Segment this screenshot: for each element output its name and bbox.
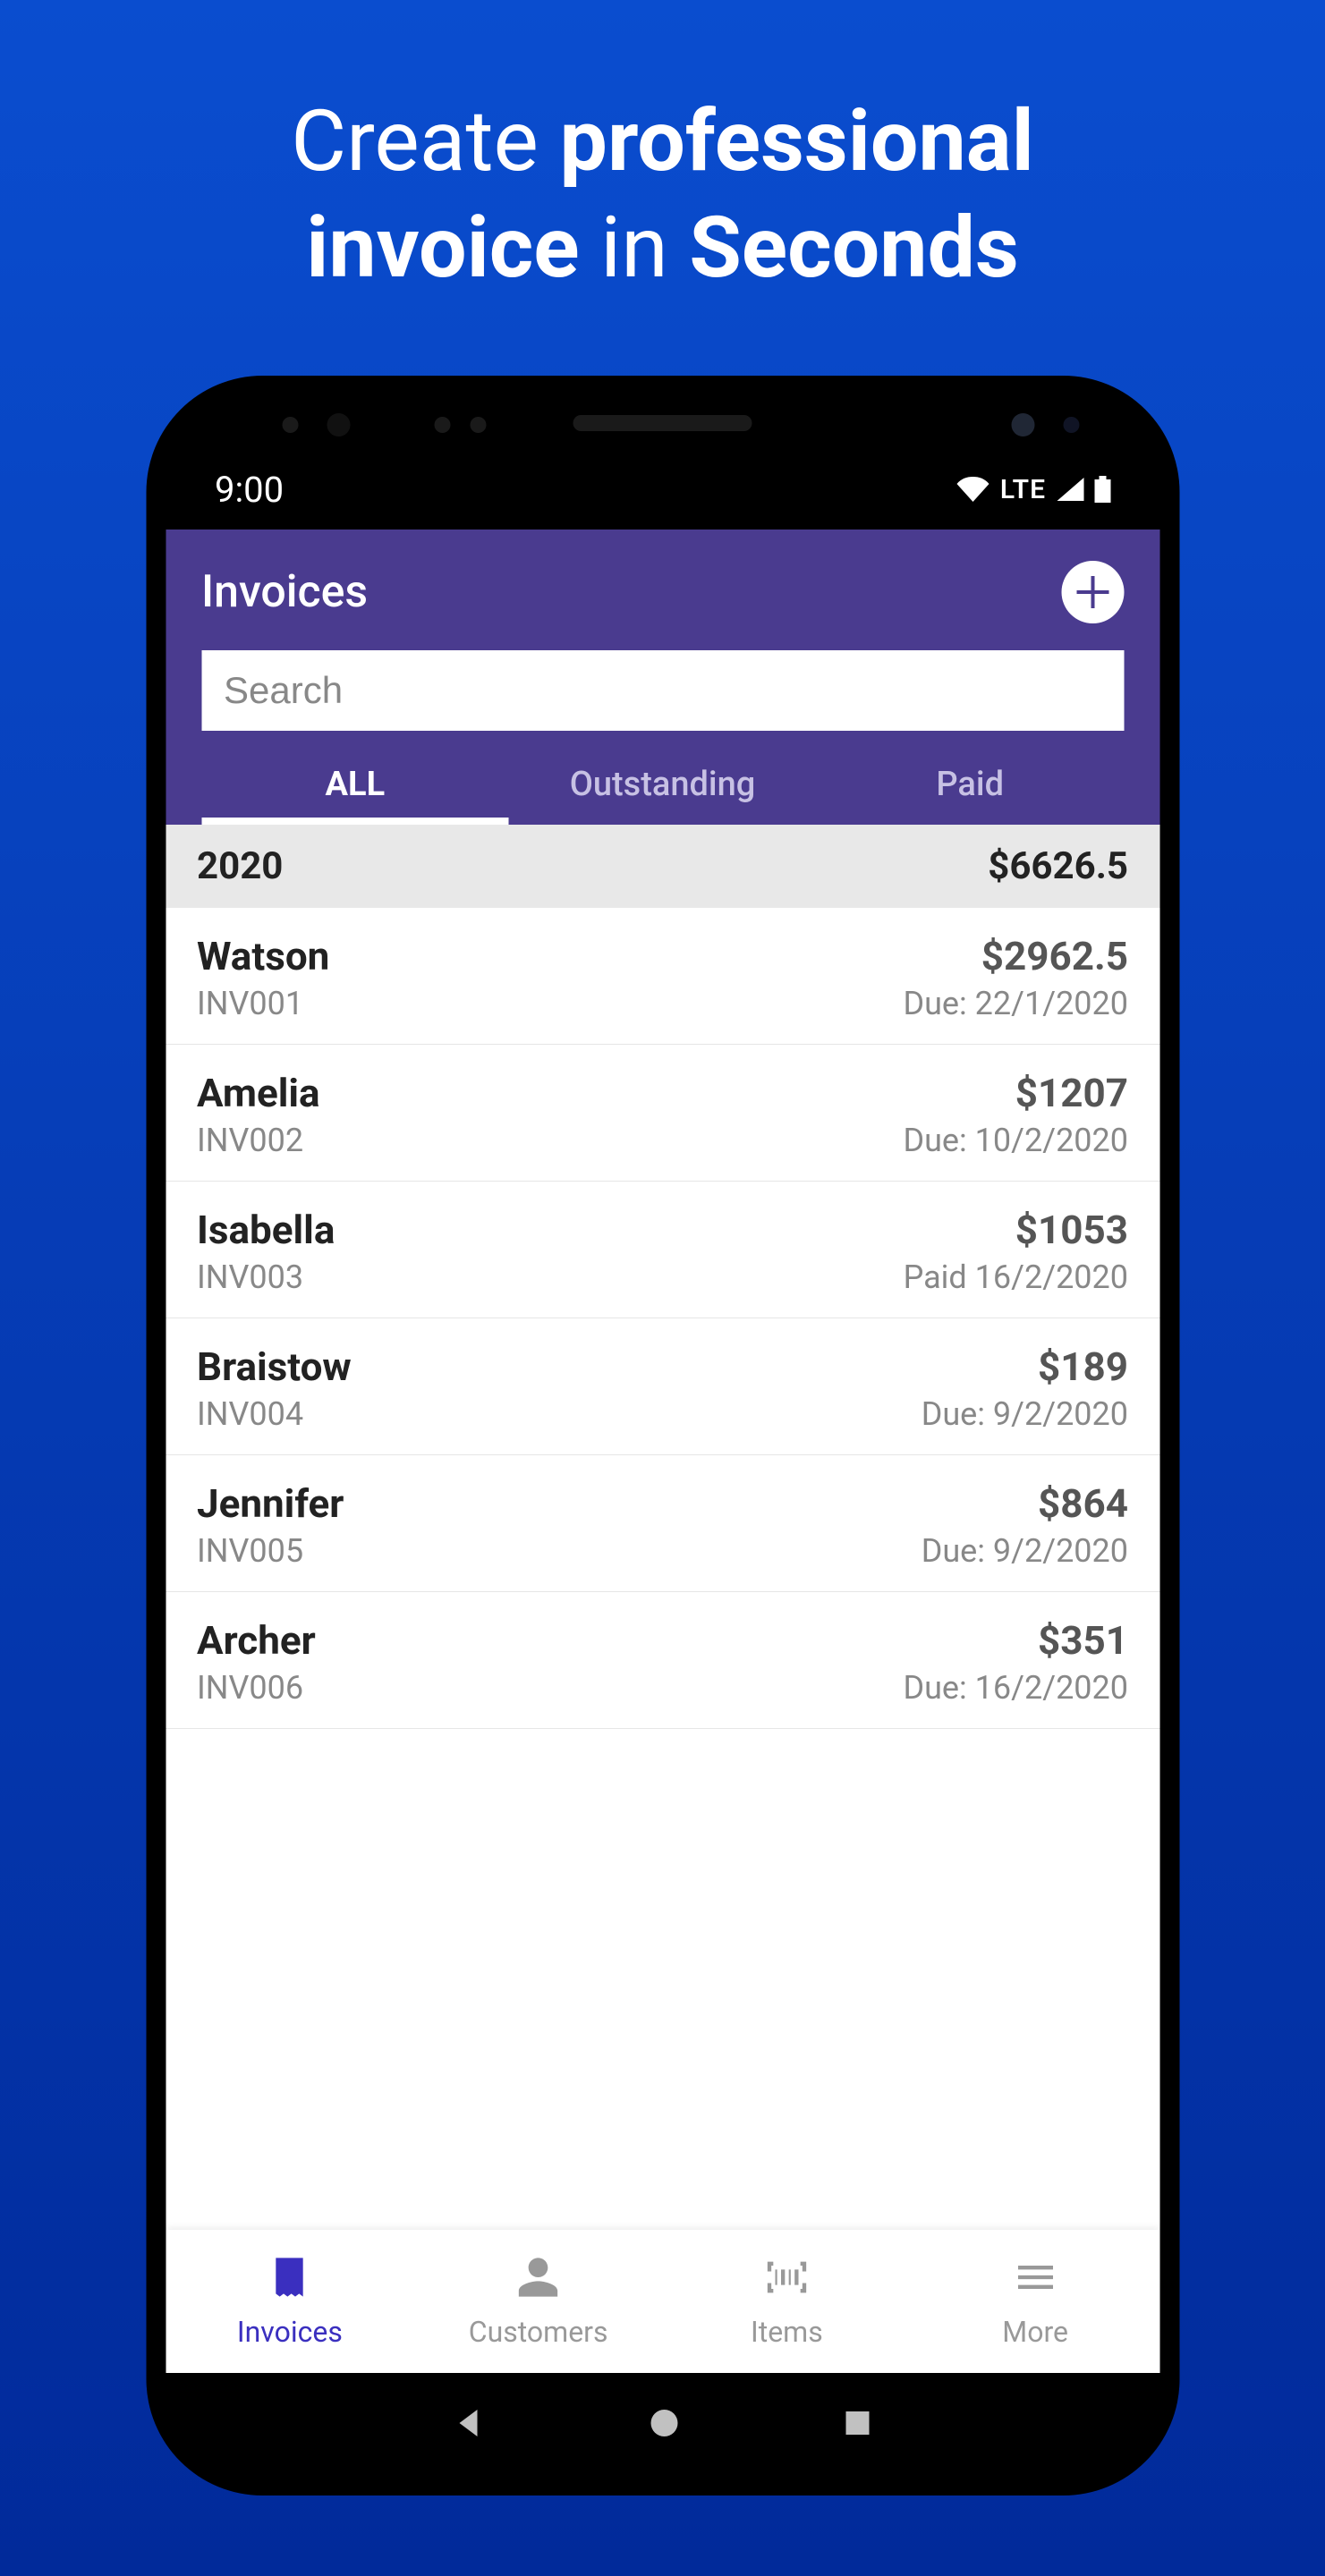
invoice-amount: $1207 xyxy=(1015,1070,1128,1116)
page-title: Invoices xyxy=(201,566,368,618)
invoice-row[interactable]: Isabella INV003 $1053 Paid 16/2/2020 xyxy=(166,1182,1159,1318)
status-bar: 9:00 LTE xyxy=(166,449,1159,530)
android-nav-bar xyxy=(166,2373,1159,2476)
wifi-icon xyxy=(957,477,990,502)
tab-label: ALL xyxy=(326,765,386,804)
invoice-row[interactable]: Braistow INV004 $189 Due: 9/2/2020 xyxy=(166,1318,1159,1455)
invoice-amount: $351 xyxy=(1038,1617,1128,1664)
search-box[interactable] xyxy=(201,650,1124,731)
invoice-customer-name: Jennifer xyxy=(197,1480,344,1527)
app-bar: Invoices ALL Outstanding Paid xyxy=(166,530,1159,825)
tab-all[interactable]: ALL xyxy=(201,744,509,825)
invoice-status: Paid 16/2/2020 xyxy=(904,1258,1128,1296)
invoice-amount: $2962.5 xyxy=(981,933,1128,979)
invoice-amount: $864 xyxy=(1038,1480,1128,1527)
nav-label: Customers xyxy=(469,2315,608,2349)
invoice-code: INV004 xyxy=(197,1395,352,1433)
tab-label: Outstanding xyxy=(570,765,756,804)
bottom-nav: Invoices Customers Items More xyxy=(166,2230,1159,2373)
invoice-status: Due: 16/2/2020 xyxy=(903,1669,1128,1707)
person-icon xyxy=(515,2254,562,2308)
receipt-icon xyxy=(267,2254,313,2308)
android-home-button[interactable] xyxy=(648,2406,682,2444)
invoice-code: INV002 xyxy=(197,1122,320,1159)
summary-year: 2020 xyxy=(197,844,283,888)
invoice-status: Due: 10/2/2020 xyxy=(903,1122,1128,1159)
invoice-row[interactable]: Archer INV006 $351 Due: 16/2/2020 xyxy=(166,1592,1159,1729)
nav-label: Items xyxy=(751,2315,823,2349)
nav-more[interactable]: More xyxy=(911,2230,1159,2373)
invoice-row[interactable]: Amelia INV002 $1207 Due: 10/2/2020 xyxy=(166,1045,1159,1182)
nav-label: More xyxy=(1002,2315,1068,2349)
barcode-icon xyxy=(763,2254,810,2308)
invoice-customer-name: Amelia xyxy=(197,1070,320,1116)
invoice-amount: $189 xyxy=(1038,1343,1128,1390)
marketing-headline: Create professional invoice in Seconds xyxy=(0,0,1325,302)
add-invoice-button[interactable] xyxy=(1061,561,1124,623)
invoice-status: Due: 9/2/2020 xyxy=(922,1395,1128,1433)
invoice-list[interactable]: 2020 $6626.5 Watson INV001 $2962.5 Due: 22/… xyxy=(166,825,1159,2230)
invoice-customer-name: Braistow xyxy=(197,1343,352,1390)
summary-total: $6626.5 xyxy=(988,844,1128,888)
invoice-customer-name: Watson xyxy=(197,933,329,979)
invoice-code: INV001 xyxy=(197,985,329,1022)
battery-icon xyxy=(1094,476,1110,503)
tab-label: Paid xyxy=(936,765,1004,804)
tab-paid[interactable]: Paid xyxy=(816,744,1124,825)
menu-icon xyxy=(1012,2254,1058,2308)
invoice-code: INV005 xyxy=(197,1532,344,1570)
invoice-code: INV006 xyxy=(197,1669,316,1707)
invoice-customer-name: Archer xyxy=(197,1617,316,1664)
invoice-status: Due: 22/1/2020 xyxy=(903,985,1128,1022)
cell-signal-icon xyxy=(1057,478,1083,501)
nav-invoices[interactable]: Invoices xyxy=(166,2230,414,2373)
nav-customers[interactable]: Customers xyxy=(414,2230,663,2373)
nav-label: Invoices xyxy=(237,2315,343,2349)
invoice-row[interactable]: Watson INV001 $2962.5 Due: 22/1/2020 xyxy=(166,908,1159,1045)
invoice-amount: $1053 xyxy=(1015,1207,1128,1253)
android-back-button[interactable] xyxy=(453,2406,487,2444)
invoice-row[interactable]: Jennifer INV005 $864 Due: 9/2/2020 xyxy=(166,1455,1159,1592)
invoice-customer-name: Isabella xyxy=(197,1207,335,1253)
search-input[interactable] xyxy=(224,669,1101,712)
android-recent-button[interactable] xyxy=(843,2408,873,2442)
invoice-status: Due: 9/2/2020 xyxy=(922,1532,1128,1570)
network-label: LTE xyxy=(1000,474,1046,505)
invoice-code: INV003 xyxy=(197,1258,335,1296)
tab-outstanding[interactable]: Outstanding xyxy=(509,744,817,825)
nav-items[interactable]: Items xyxy=(663,2230,912,2373)
phone-frame: 9:00 LTE Invoices xyxy=(146,376,1179,2496)
year-summary-row: 2020 $6626.5 xyxy=(166,825,1159,908)
status-time: 9:00 xyxy=(215,469,284,511)
